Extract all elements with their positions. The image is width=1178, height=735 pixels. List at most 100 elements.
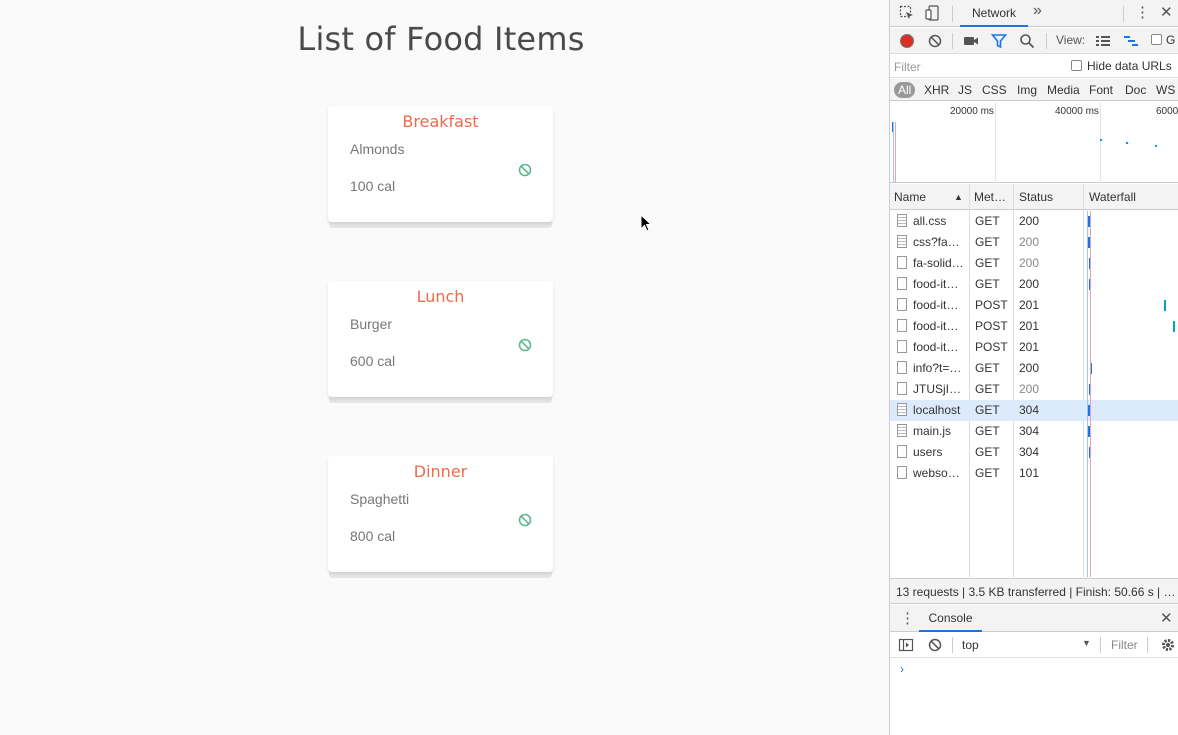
request-row[interactable]: fa-solid… GET 200 [890,253,1178,274]
network-summary-bar: 13 requests | 3.5 KB transferred | Finis… [890,578,1178,604]
column-method[interactable]: Met… [974,190,1006,204]
column-waterfall[interactable]: Waterfall [1089,190,1136,204]
type-filter-media[interactable]: Media [1047,82,1080,98]
request-method: GET [975,256,1000,270]
xhr-file-icon [897,340,907,353]
hide-data-urls-label: Hide data URLs [1087,59,1172,73]
request-method: GET [975,361,1000,375]
request-status: 201 [1019,298,1040,312]
mouse-cursor-icon [640,214,653,232]
waterfall-bar [1173,321,1175,332]
request-row[interactable]: food-it… POST 201 [890,316,1178,337]
column-status[interactable]: Status [1019,190,1053,204]
timeline-tick-label: 6000 [1156,106,1178,117]
type-filter-all[interactable]: All [894,82,916,98]
filter-funnel-icon[interactable] [991,33,1007,49]
type-filter-ws[interactable]: WS [1156,82,1175,98]
column-name[interactable]: Name [894,190,926,204]
close-devtools-icon[interactable]: ✕ [1160,3,1173,21]
sort-ascending-icon[interactable]: ▲ [954,192,963,202]
waterfall-bar [1164,300,1166,311]
xhr-file-icon [897,277,907,290]
request-method: GET [975,277,1000,291]
screenshot-camera-icon[interactable] [963,33,979,49]
type-filter-xhr[interactable]: XHR [924,82,949,98]
clear-console-icon[interactable] [927,637,943,653]
tab-network[interactable]: Network [960,0,1028,27]
food-name: Burger [350,316,393,332]
request-name: css?fa… [913,235,960,249]
network-overview-timeline[interactable]: 20000 ms 40000 ms 6000 [890,102,1178,183]
drawer-menu-icon[interactable]: ⋮ [900,609,915,627]
waterfall-overview-icon[interactable] [1123,33,1139,49]
request-status: 304 [1019,403,1040,417]
group-by-frame-checkbox[interactable] [1151,34,1162,45]
request-method: POST [975,298,1008,312]
request-row[interactable]: css?fa… GET 200 [890,232,1178,253]
request-row[interactable]: food-it… POST 201 [890,337,1178,358]
font-file-icon [897,256,907,269]
timeline-tick-label: 40000 ms [1055,106,1099,117]
type-filter-doc[interactable]: Doc [1125,82,1146,98]
request-name: JTUSjI… [913,382,961,396]
request-status: 200 [1019,361,1040,375]
food-card-dinner: Dinner Spaghetti 800 cal [328,456,553,572]
document-file-icon [897,403,907,416]
console-prompt[interactable]: › [900,662,904,676]
clear-icon[interactable] [927,33,943,49]
more-tabs-icon[interactable]: » [1033,2,1042,20]
search-icon[interactable] [1019,33,1035,49]
show-sidebar-icon[interactable] [898,637,914,653]
request-row[interactable]: webso… GET 101 [890,463,1178,484]
console-filter-input[interactable]: Filter [1111,638,1138,652]
request-method: POST [975,319,1008,333]
waterfall-load-line [1090,211,1091,577]
delete-ban-icon[interactable] [517,337,533,353]
request-row[interactable]: info?t=… GET 200 [890,358,1178,379]
request-row[interactable]: localhost GET 304 [890,400,1178,421]
request-row[interactable]: JTUSjI… GET 200 [890,379,1178,400]
meal-title: Dinner [413,462,468,481]
type-filter-font[interactable]: Font [1089,82,1113,98]
delete-ban-icon[interactable] [517,512,533,528]
request-status: 200 [1019,382,1040,396]
food-card-lunch: Lunch Burger 600 cal [328,281,553,397]
tab-console[interactable]: Console [919,605,982,632]
xhr-file-icon [897,319,907,332]
request-row[interactable]: food-it… POST 201 [890,295,1178,316]
delete-ban-icon[interactable] [517,162,533,178]
request-method: POST [975,340,1008,354]
type-filter-css[interactable]: CSS [982,82,1007,98]
toolbar-divider [952,637,953,653]
timeline-gridline [995,102,996,183]
page-title: List of Food Items [297,20,585,58]
request-row[interactable]: food-it… GET 200 [890,274,1178,295]
request-row[interactable]: users GET 304 [890,442,1178,463]
request-status: 200 [1019,277,1040,291]
devtools-panel: Network » ⋮ ✕ View: G Filter Hide data U… [889,0,1178,735]
type-filter-js[interactable]: JS [958,82,972,98]
gear-icon[interactable] [1160,637,1176,653]
timeline-domcontent-marker [893,122,894,183]
request-row[interactable]: all.css GET 200 [890,211,1178,232]
timeline-gridline [1100,102,1101,183]
hide-data-urls-checkbox[interactable] [1071,60,1082,71]
close-drawer-icon[interactable]: ✕ [1160,609,1173,627]
request-name: users [913,445,943,459]
request-method: GET [975,403,1000,417]
request-row[interactable]: main.js GET 304 [890,421,1178,442]
kebab-menu-icon[interactable]: ⋮ [1135,3,1150,21]
execution-context-select[interactable]: top [962,638,979,652]
type-filter-img[interactable]: Img [1017,82,1037,98]
request-name: food-it… [913,319,959,333]
filter-input[interactable] [894,58,1054,75]
request-status: 200 [1019,256,1040,270]
request-method: GET [975,424,1000,438]
resource-type-filter: All XHR JS CSS Img Media Font Doc WS [890,79,1178,101]
inspect-element-icon[interactable] [899,5,915,21]
request-name: food-it… [913,340,959,354]
device-toolbar-icon[interactable] [925,5,941,21]
record-icon[interactable] [899,33,915,49]
request-name: main.js [913,424,952,438]
large-rows-icon[interactable] [1095,33,1111,49]
